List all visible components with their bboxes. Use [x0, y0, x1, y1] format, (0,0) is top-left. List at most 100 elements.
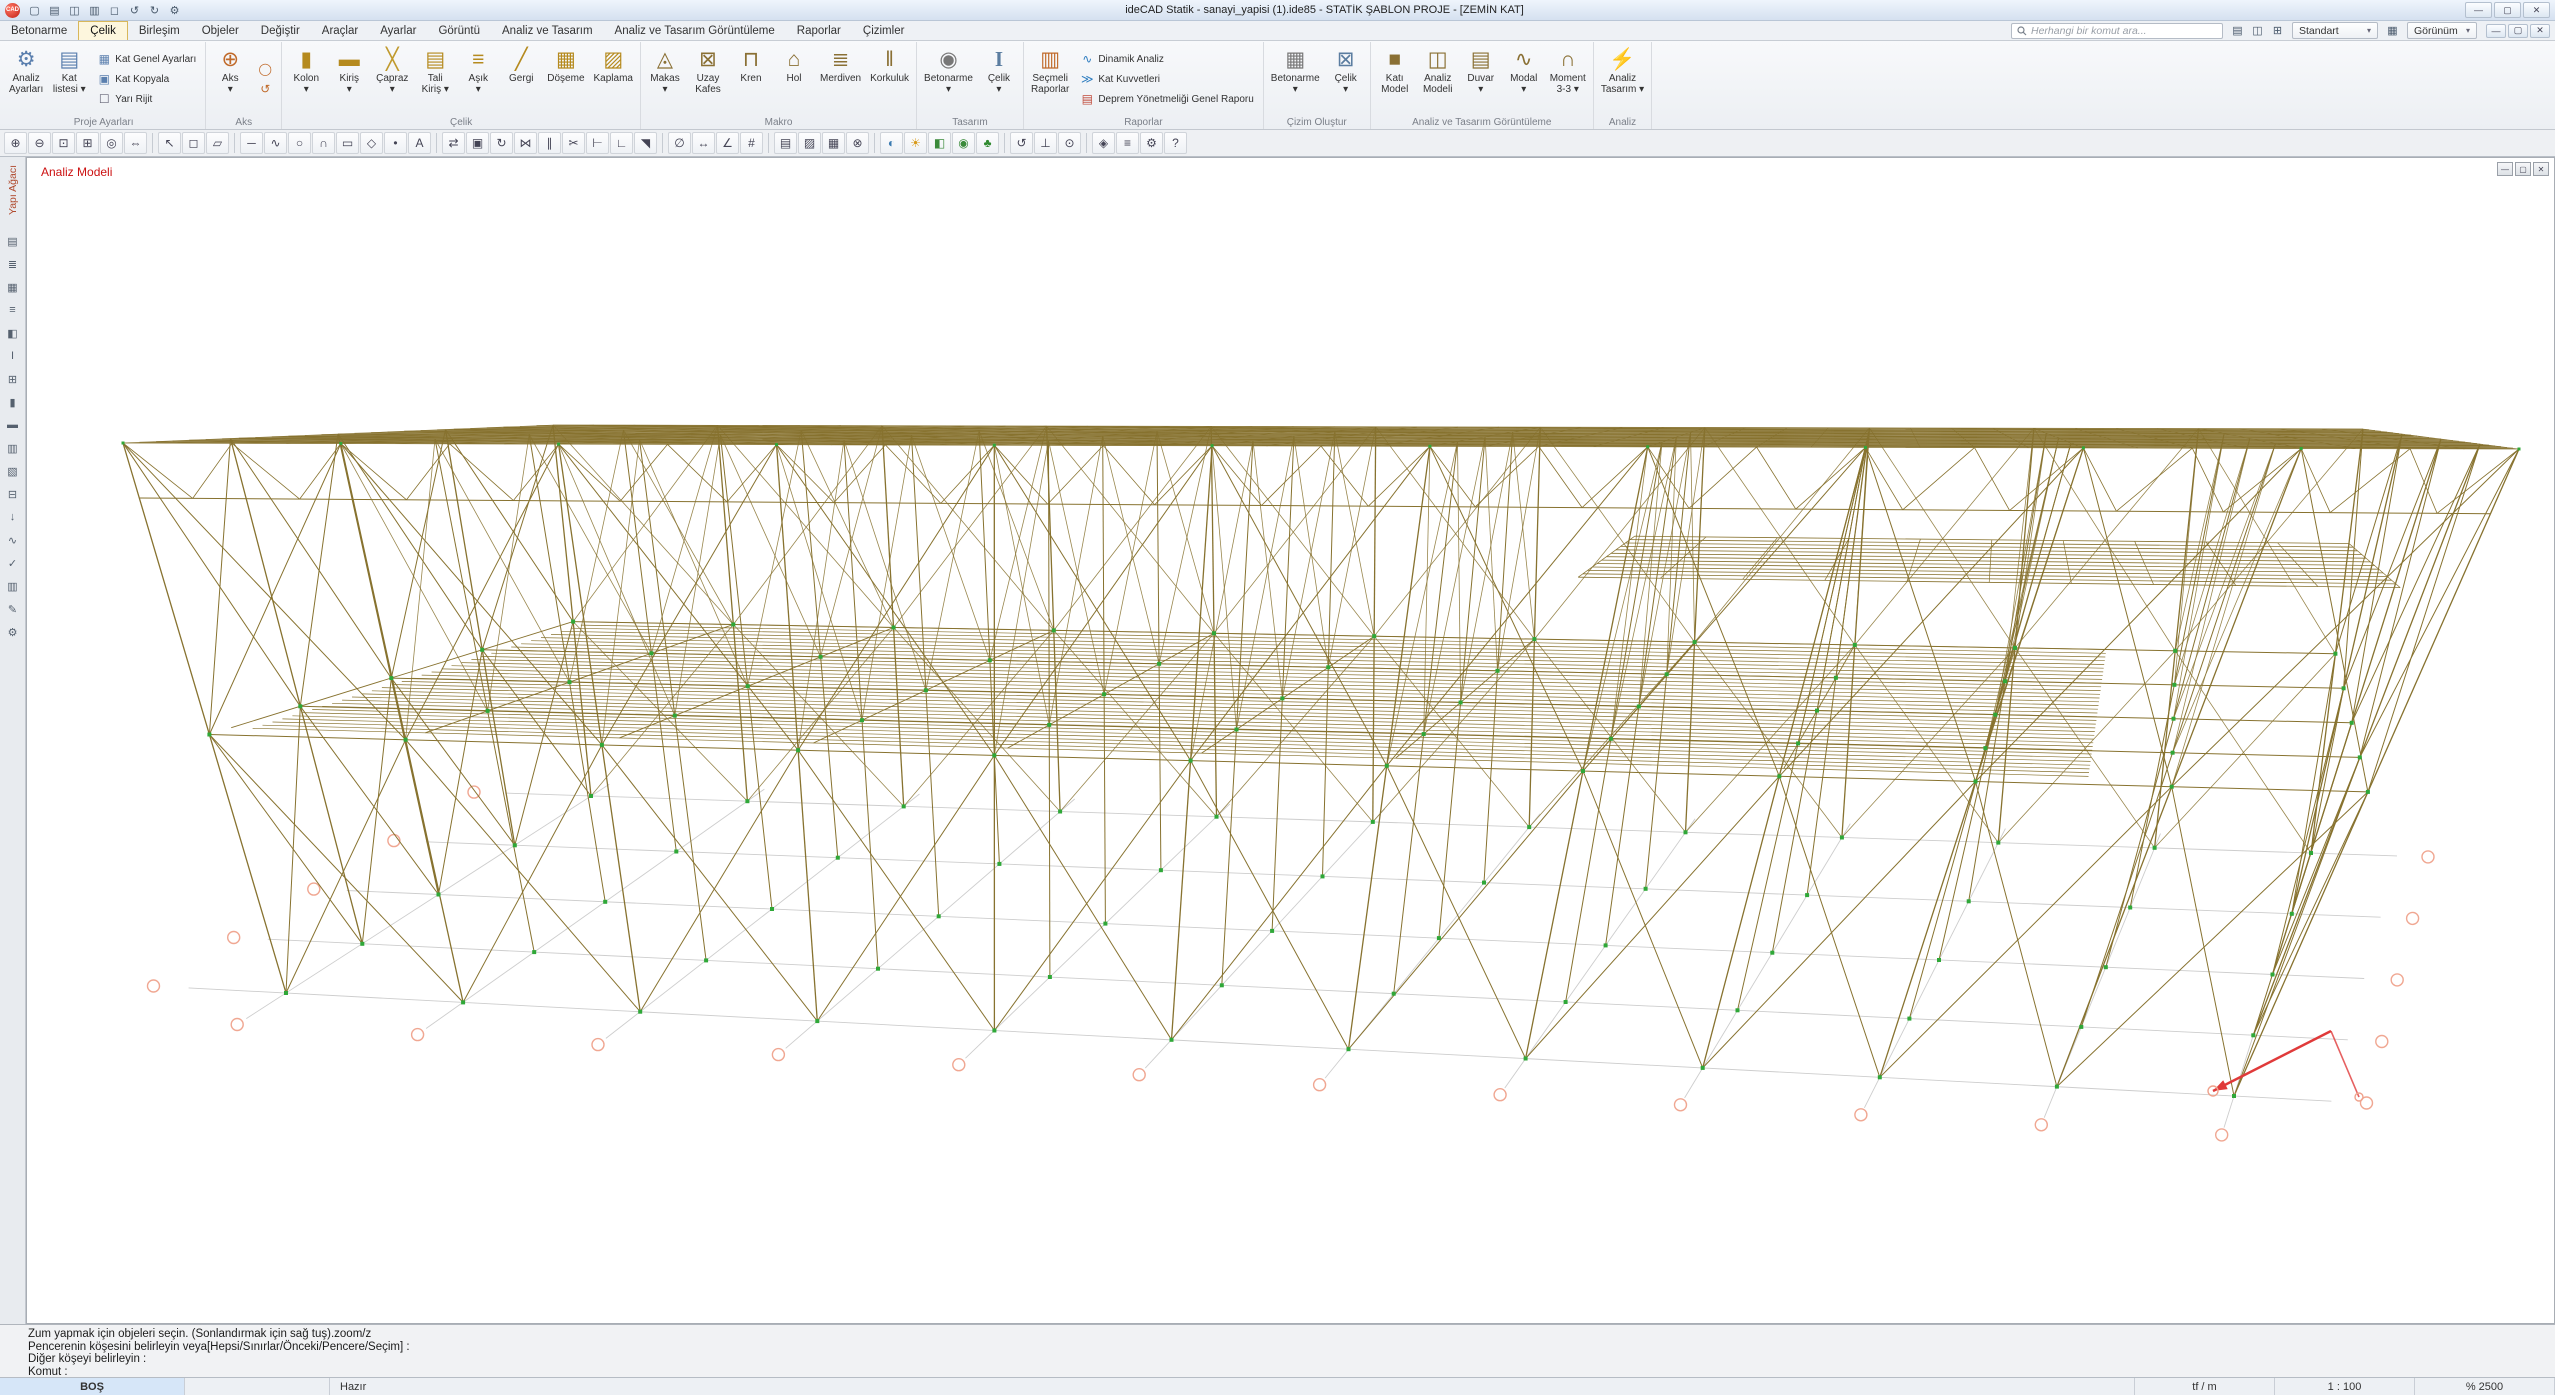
new-icon[interactable]: ▢: [25, 2, 44, 19]
render-icon[interactable]: ◧: [928, 132, 951, 154]
tab-goruntu[interactable]: Görüntü: [427, 21, 491, 40]
aks-button[interactable]: ⊕Aks▾: [209, 42, 251, 116]
document-restore-button[interactable]: ▢: [2508, 24, 2528, 38]
tab-analiz-ve-tasarim[interactable]: Analiz ve Tasarım: [491, 21, 604, 40]
grids-panel-icon[interactable]: ⊞: [4, 371, 22, 387]
document-close-button[interactable]: ✕: [2530, 24, 2550, 38]
select-window-icon[interactable]: ◻: [182, 132, 205, 154]
duvar-button[interactable]: ▤Duvar▾: [1460, 42, 1502, 116]
distance-icon[interactable]: ↔: [692, 132, 715, 154]
kat-kopyala-button[interactable]: ▣Kat Kopyala: [93, 70, 200, 88]
kat-genel-ayarlari-button[interactable]: ▦Kat Genel Ayarları: [93, 50, 200, 68]
hol-button[interactable]: ⌂Hol: [773, 42, 815, 116]
makas-button[interactable]: ◬Makas▾: [644, 42, 686, 116]
mirror-icon[interactable]: ⋈: [514, 132, 537, 154]
scale-icon[interactable]: ◥: [634, 132, 657, 154]
save-icon[interactable]: ◫: [65, 2, 84, 19]
celik-kiris-button[interactable]: ▬Kiriş▾: [328, 42, 370, 116]
osnap-icon[interactable]: ◈: [1092, 132, 1115, 154]
view-close-button[interactable]: ✕: [2533, 162, 2549, 176]
window-maximize-button[interactable]: ▢: [2494, 2, 2521, 18]
modal-button[interactable]: ∿Modal▾: [1503, 42, 1545, 116]
analiz-ayarlari-button[interactable]: ⚙AnalizAyarları: [5, 42, 47, 116]
doseme-button[interactable]: ▦Döşeme: [543, 42, 588, 116]
asik-button[interactable]: ≡Aşık▾: [457, 42, 499, 116]
standart-select[interactable]: Standart▾: [2292, 22, 2378, 39]
deprem-yonetmeligi-genel-raporu-button[interactable]: ▤Deprem Yönetmeliği Genel Raporu: [1076, 90, 1257, 108]
columns-panel-icon[interactable]: ▮: [4, 394, 22, 410]
light-icon[interactable]: ☀: [904, 132, 927, 154]
help-tool-icon[interactable]: ?: [1164, 132, 1187, 154]
status-units[interactable]: tf / m: [2135, 1378, 2275, 1395]
kren-button[interactable]: ⊓Kren: [730, 42, 772, 116]
settings-tool-icon[interactable]: ⚙: [1140, 132, 1163, 154]
materials-panel-icon[interactable]: ◧: [4, 325, 22, 341]
view-restore-button[interactable]: ▢: [2515, 162, 2531, 176]
block-icon[interactable]: ▦: [822, 132, 845, 154]
select-icon[interactable]: ↖: [158, 132, 181, 154]
point-icon[interactable]: •: [384, 132, 407, 154]
structure-tree-panel-icon[interactable]: ▤: [4, 233, 22, 249]
zoom-extents-icon[interactable]: ⊞: [76, 132, 99, 154]
origin-icon[interactable]: ⊙: [1058, 132, 1081, 154]
tree-object-icon[interactable]: ♣: [976, 132, 999, 154]
shade-icon[interactable]: ◐: [880, 132, 903, 154]
foundations-panel-icon[interactable]: ⊟: [4, 486, 22, 502]
status-zoom[interactable]: % 2500: [2415, 1378, 2555, 1395]
library-panel-icon[interactable]: ▦: [4, 279, 22, 295]
secmeli-raporlar-button[interactable]: ▥SeçmeliRaporlar: [1027, 42, 1073, 116]
kaplama-button[interactable]: ▨Kaplama: [590, 42, 637, 116]
layout-toggle-icon[interactable]: ▤: [2228, 22, 2247, 39]
polyline-icon[interactable]: ∿: [264, 132, 287, 154]
yapi-agaci-tab[interactable]: Yapı Ağacı: [7, 157, 19, 223]
angle-icon[interactable]: ∠: [716, 132, 739, 154]
reports-panel-icon[interactable]: ▥: [4, 578, 22, 594]
display-settings-icon[interactable]: ▦: [2383, 22, 2402, 39]
measure-icon[interactable]: ∅: [668, 132, 691, 154]
window-minimize-button[interactable]: —: [2465, 2, 2492, 18]
hatch-icon[interactable]: ▨: [798, 132, 821, 154]
explode-icon[interactable]: ⊗: [846, 132, 869, 154]
tasarim-betonarme-button[interactable]: ◉Betonarme▾: [920, 42, 977, 116]
copy-icon[interactable]: ▣: [466, 132, 489, 154]
tab-objeler[interactable]: Objeler: [191, 21, 250, 40]
walls-panel-icon[interactable]: ▥: [4, 440, 22, 456]
move-icon[interactable]: ⇄: [442, 132, 465, 154]
tab-degistir[interactable]: Değiştir: [250, 21, 311, 40]
sections-panel-icon[interactable]: I: [4, 348, 22, 364]
orbit-icon[interactable]: ↺: [1010, 132, 1033, 154]
design-panel-icon[interactable]: ✓: [4, 555, 22, 571]
pan-icon[interactable]: ⇔: [124, 132, 147, 154]
document-minimize-button[interactable]: —: [2486, 24, 2506, 38]
zoom-out-icon[interactable]: ⊖: [28, 132, 51, 154]
tab-birlesim[interactable]: Birleşim: [128, 21, 191, 40]
ucs-icon[interactable]: ⊥: [1034, 132, 1057, 154]
redo-icon[interactable]: ↻: [145, 2, 164, 19]
kat-listesi-button[interactable]: ▤Katlistesi ▾: [48, 42, 90, 116]
search-input[interactable]: Herhangi bir komut ara...: [2011, 23, 2223, 39]
tab-celik[interactable]: Çelik: [78, 21, 128, 40]
camera-icon[interactable]: ◉: [952, 132, 975, 154]
select-polygon-icon[interactable]: ▱: [206, 132, 229, 154]
command-area[interactable]: Zum yapmak için objeleri seçin. (Sonland…: [0, 1324, 2555, 1377]
options-icon[interactable]: ⚙: [165, 2, 184, 19]
gorunum-select[interactable]: Görünüm▾: [2407, 22, 2477, 39]
zoom-in-icon[interactable]: ⊕: [4, 132, 27, 154]
undo-icon[interactable]: ↺: [125, 2, 144, 19]
yari-rijit-checkbox[interactable]: ☐Yarı Rijit: [93, 90, 200, 108]
layers-icon[interactable]: ▤: [774, 132, 797, 154]
open-icon[interactable]: ▤: [45, 2, 64, 19]
zoom-window-icon[interactable]: ⊡: [52, 132, 75, 154]
tali-kiris-button[interactable]: ▤TaliKiriş ▾: [414, 42, 456, 116]
zoom-previous-icon[interactable]: ◎: [100, 132, 123, 154]
yay-aks-button[interactable]: ↺: [254, 80, 276, 98]
analiz-modeli-button[interactable]: ◫AnalizModeli: [1417, 42, 1459, 116]
window-close-button[interactable]: ✕: [2523, 2, 2550, 18]
korkuluk-button[interactable]: ‖Korkuluk: [866, 42, 913, 116]
circle-icon[interactable]: ○: [288, 132, 311, 154]
print-preview-icon[interactable]: ◻: [105, 2, 124, 19]
dairesel-aks-button[interactable]: ◯: [254, 60, 276, 78]
drawings-panel-icon[interactable]: ✎: [4, 601, 22, 617]
rectangle-icon[interactable]: ▭: [336, 132, 359, 154]
grid-toggle-icon[interactable]: ⊞: [2268, 22, 2287, 39]
